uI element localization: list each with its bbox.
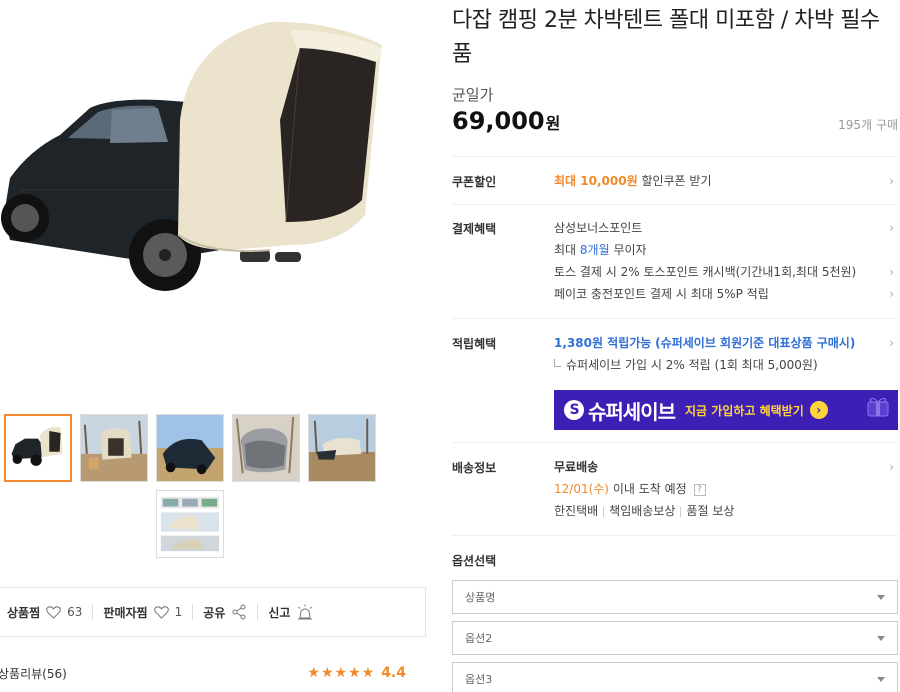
- sold-count: 195개 구매: [838, 118, 898, 132]
- divider: [452, 535, 898, 536]
- share-icon: [231, 604, 247, 620]
- gift-decoration-icon: [867, 397, 889, 417]
- chevron-right-icon: ›: [889, 221, 894, 235]
- chevron-down-icon: [877, 635, 885, 641]
- coupon-line[interactable]: 최대 10,000원 할인쿠폰 받기 ›: [554, 173, 894, 195]
- siren-icon: [296, 604, 314, 620]
- price-currency: 원: [545, 114, 561, 133]
- select-placeholder: 옵션3: [465, 673, 493, 686]
- review-summary[interactable]: 상품리뷰(56) ★★★★★ 4.4: [0, 654, 426, 692]
- select-placeholder: 상품명: [465, 591, 496, 604]
- delivery-date-suffix: 이내 도착 예정: [609, 482, 687, 496]
- option-title: 옵션선택: [452, 554, 497, 568]
- super-save-brand-text: 슈퍼세이브: [588, 399, 676, 424]
- chevron-down-icon: [877, 676, 885, 682]
- points-note: 슈퍼세이브 가입 시 2% 적립 (1회 최대 5,000원): [554, 357, 894, 379]
- chevron-down-icon: [877, 594, 885, 600]
- payment-line-text: 페이코 충전포인트 결제 시 최대 5%P 적립: [554, 287, 769, 301]
- carrier-line: 한진택배 책임배송보상 품절 보상: [554, 503, 894, 525]
- wish-button[interactable]: 상품찜 63: [0, 604, 94, 620]
- points-line[interactable]: 1,380원 적립가능 (슈퍼세이브 회원기준 대표상품 구매시) ›: [554, 335, 894, 357]
- payment-line-text: 토스 결제 시 2% 토스포인트 캐시백(기간내1회,최대 5천원): [554, 265, 857, 279]
- price-label: 균일가: [452, 86, 494, 104]
- wish-count: 63: [67, 605, 83, 619]
- delivery-date-line: 12/01(수) 이내 도착 예정 ?: [554, 481, 894, 503]
- divider: [452, 442, 898, 443]
- rating-value: 4.4: [381, 665, 406, 681]
- points-label: 적립혜택: [452, 337, 497, 351]
- chevron-right-icon: ›: [889, 336, 894, 350]
- points-condition: (슈퍼세이브 회원기준 대표상품 구매시): [655, 336, 856, 350]
- chevron-right-icon: ›: [889, 460, 894, 474]
- select-placeholder: 옵션2: [465, 632, 493, 645]
- share-button[interactable]: 공유: [193, 604, 259, 620]
- product-title: 다잡 캠핑 2분 차박텐트 폴대 미포함 / 차박 필수품: [452, 8, 880, 67]
- seller-wish-count: 1: [174, 605, 183, 619]
- super-save-banner[interactable]: S 슈퍼세이브 지금 가입하고 혜택받기 ›: [554, 390, 898, 430]
- points-amount: 1,380원 적립가능: [554, 336, 652, 350]
- super-save-logo-icon: S: [564, 400, 584, 420]
- divider: [452, 156, 898, 157]
- star-rating-icon: ★★★★★: [307, 665, 376, 681]
- payment-line-text: 무이자: [609, 243, 647, 257]
- review-count-label: 상품리뷰(56): [0, 666, 67, 681]
- seller-wish-button[interactable]: 판매자찜 1: [93, 604, 194, 620]
- arrow-right-icon: ›: [809, 401, 828, 419]
- product-main-image: [0, 0, 400, 400]
- thumbnail-5[interactable]: [308, 414, 376, 482]
- separator: [603, 506, 605, 517]
- thumbnail-2[interactable]: [80, 414, 148, 482]
- share-label: 공유: [203, 605, 226, 620]
- divider: [452, 204, 898, 205]
- price-row: 69,000원 195개 구매: [452, 107, 898, 135]
- product-action-bar: 상품찜 63 판매자찜 1 공유 신고: [0, 587, 426, 637]
- thumbnail-1[interactable]: [4, 414, 72, 482]
- shipping-fee-line[interactable]: 무료배송 ›: [554, 459, 894, 481]
- product-detail-panel: 다잡 캠핑 2분 차박텐트 폴대 미포함 / 차박 필수품 균일가 69,000…: [452, 0, 900, 692]
- soldout-compensation: 품절 보상: [686, 504, 735, 518]
- price-value: 69,000: [452, 107, 545, 135]
- thumbnail-6[interactable]: [156, 490, 224, 558]
- carrier: 한진택배: [554, 504, 599, 518]
- payment-line-samsung[interactable]: 삼성보너스포인트 ›: [554, 220, 894, 242]
- help-icon[interactable]: ?: [693, 483, 706, 496]
- chevron-right-icon: ›: [889, 287, 894, 301]
- coupon-label: 쿠폰할인: [452, 175, 497, 189]
- shipping-fee: 무료배송: [554, 460, 599, 474]
- payment-line-payco[interactable]: 페이코 충전포인트 결제 시 최대 5%P 적립 ›: [554, 286, 894, 308]
- report-label: 신고: [268, 605, 291, 620]
- payment-label: 결제혜택: [452, 222, 497, 236]
- price: 69,000원: [452, 107, 560, 135]
- option-select-3[interactable]: 옵션3: [452, 662, 898, 692]
- report-button[interactable]: 신고: [258, 604, 324, 620]
- divider: [452, 318, 898, 319]
- super-save-brand: S 슈퍼세이브: [564, 396, 676, 425]
- installment-months: 8개월: [579, 243, 610, 257]
- coupon-amount: 최대 10,000원: [554, 174, 638, 188]
- separator: [680, 506, 682, 517]
- heart-icon: [46, 605, 61, 619]
- delivery-guarantee: 책임배송보상: [609, 504, 676, 518]
- option-select-2[interactable]: 옵션2: [452, 621, 898, 655]
- coupon-text: 할인쿠폰 받기: [641, 174, 712, 188]
- payment-line-text: 최대: [554, 243, 580, 257]
- rating: ★★★★★ 4.4: [307, 665, 406, 681]
- chevron-right-icon: ›: [889, 174, 894, 188]
- shipping-label: 배송정보: [452, 461, 497, 475]
- delivery-date: 12/01(수): [554, 482, 609, 496]
- heart-icon: [153, 605, 169, 619]
- thumbnail-3[interactable]: [156, 414, 224, 482]
- option-select-1[interactable]: 상품명: [452, 580, 898, 614]
- thumbnail-4[interactable]: [232, 414, 300, 482]
- super-save-cta: 지금 가입하고 혜택받기: [685, 403, 804, 418]
- wish-label: 상품찜: [7, 605, 41, 620]
- payment-line-text: 삼성보너스포인트: [554, 221, 643, 235]
- payment-line-toss[interactable]: 토스 결제 시 2% 토스포인트 캐시백(기간내1회,최대 5천원) ›: [554, 264, 894, 286]
- payment-line-installment: 최대 8개월 무이자: [554, 242, 894, 264]
- chevron-right-icon: ›: [889, 265, 894, 279]
- seller-wish-label: 판매자찜: [103, 605, 148, 620]
